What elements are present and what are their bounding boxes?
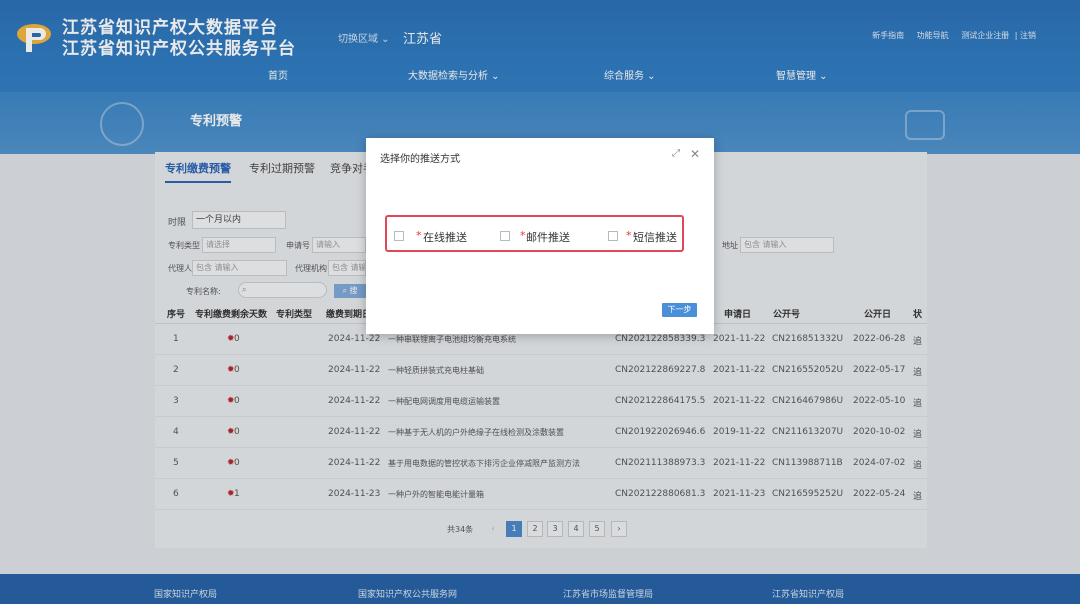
push-method-dialog: 选择你的推送方式 ⤢ ✕ * 在线推送 * 邮件推送 * 短信推送 下一步 bbox=[366, 138, 714, 334]
option-email-label: 邮件推送 bbox=[526, 231, 570, 244]
close-icon[interactable]: ✕ bbox=[690, 147, 700, 161]
expand-icon[interactable]: ⤢ bbox=[672, 148, 680, 159]
checkbox-email[interactable] bbox=[500, 231, 510, 241]
option-sms-push[interactable]: * 短信推送 bbox=[608, 229, 688, 245]
option-sms-label: 短信推送 bbox=[633, 231, 677, 244]
required-mark: * bbox=[416, 229, 422, 242]
checkbox-online[interactable] bbox=[394, 231, 404, 241]
required-mark: * bbox=[626, 229, 632, 242]
required-mark: * bbox=[520, 229, 526, 242]
option-online-push[interactable]: * 在线推送 bbox=[394, 229, 494, 245]
dialog-title: 选择你的推送方式 bbox=[380, 154, 460, 165]
option-online-label: 在线推送 bbox=[423, 231, 467, 244]
next-step-button[interactable]: 下一步 bbox=[662, 303, 697, 317]
checkbox-sms[interactable] bbox=[608, 231, 618, 241]
option-email-push[interactable]: * 邮件推送 bbox=[500, 229, 600, 245]
